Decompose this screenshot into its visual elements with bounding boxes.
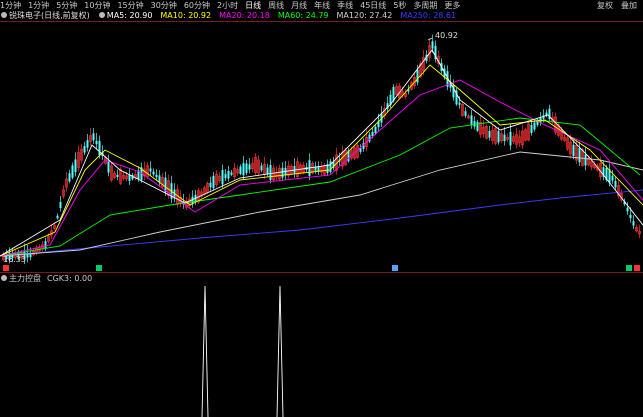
candle-body: [614, 181, 617, 188]
candle-body: [632, 221, 635, 226]
candle-body: [281, 167, 284, 178]
candle-body: [149, 168, 152, 172]
candle-body: [86, 140, 89, 148]
candle-body: [44, 241, 47, 249]
candle-body: [209, 182, 212, 188]
candle-body: [242, 163, 245, 176]
candle-body: [371, 131, 374, 137]
candle-body: [248, 164, 251, 170]
candle-body: [572, 144, 575, 157]
candle-body: [473, 121, 476, 127]
candle-body: [68, 173, 71, 182]
candle-body: [530, 124, 533, 134]
candle-body: [212, 175, 215, 189]
candle-body: [227, 170, 230, 179]
candle-body: [458, 102, 461, 105]
candle-body: [476, 121, 479, 131]
candle-body: [266, 167, 269, 175]
price-chart[interactable]: 40.92 16.33: [0, 0, 643, 417]
candle-body: [221, 169, 224, 185]
candle-body: [488, 131, 491, 138]
candle-body: [533, 122, 536, 130]
candle-body: [98, 141, 101, 156]
candle-body: [374, 126, 377, 134]
signal-marker: [3, 265, 9, 271]
signal-marker: [626, 265, 632, 271]
candle-body: [416, 69, 419, 83]
candle-body: [83, 146, 86, 153]
candle-body: [239, 166, 242, 174]
candle-body: [92, 133, 95, 141]
candle-body: [431, 41, 434, 49]
candle-body: [59, 201, 62, 209]
candle-body: [230, 172, 233, 175]
signal-marker: [392, 265, 398, 271]
oscillator-spike: [201, 285, 209, 417]
candle-body: [629, 214, 632, 219]
signal-marker: [634, 265, 640, 271]
candle-body: [626, 207, 629, 212]
candle-body: [224, 173, 227, 179]
candle-body: [155, 174, 158, 178]
candle-body: [584, 154, 587, 166]
candle-body: [497, 130, 500, 143]
ma5-line: [0, 49, 643, 257]
ma60-line: [0, 117, 641, 257]
low-price-label: 16.33: [3, 255, 26, 264]
candle-body: [470, 115, 473, 126]
candle-body: [116, 174, 119, 177]
candle-body: [95, 140, 98, 145]
candle-body: [245, 163, 248, 173]
candle-body: [503, 134, 506, 141]
candle-body: [107, 160, 110, 173]
candle-body: [464, 111, 467, 116]
candle-body: [509, 131, 512, 146]
candle-body: [74, 159, 77, 173]
candle-body: [578, 148, 581, 163]
candle-body: [260, 165, 263, 171]
candle-body: [269, 165, 272, 180]
candle-body: [152, 171, 155, 175]
candle-body: [56, 215, 59, 219]
oscillator-spike: [276, 285, 284, 417]
max-price-pointer: [427, 37, 433, 41]
candle-body: [611, 175, 614, 181]
max-price-label: 40.92: [435, 31, 458, 40]
candle-body: [71, 165, 74, 178]
signal-marker: [96, 265, 102, 271]
